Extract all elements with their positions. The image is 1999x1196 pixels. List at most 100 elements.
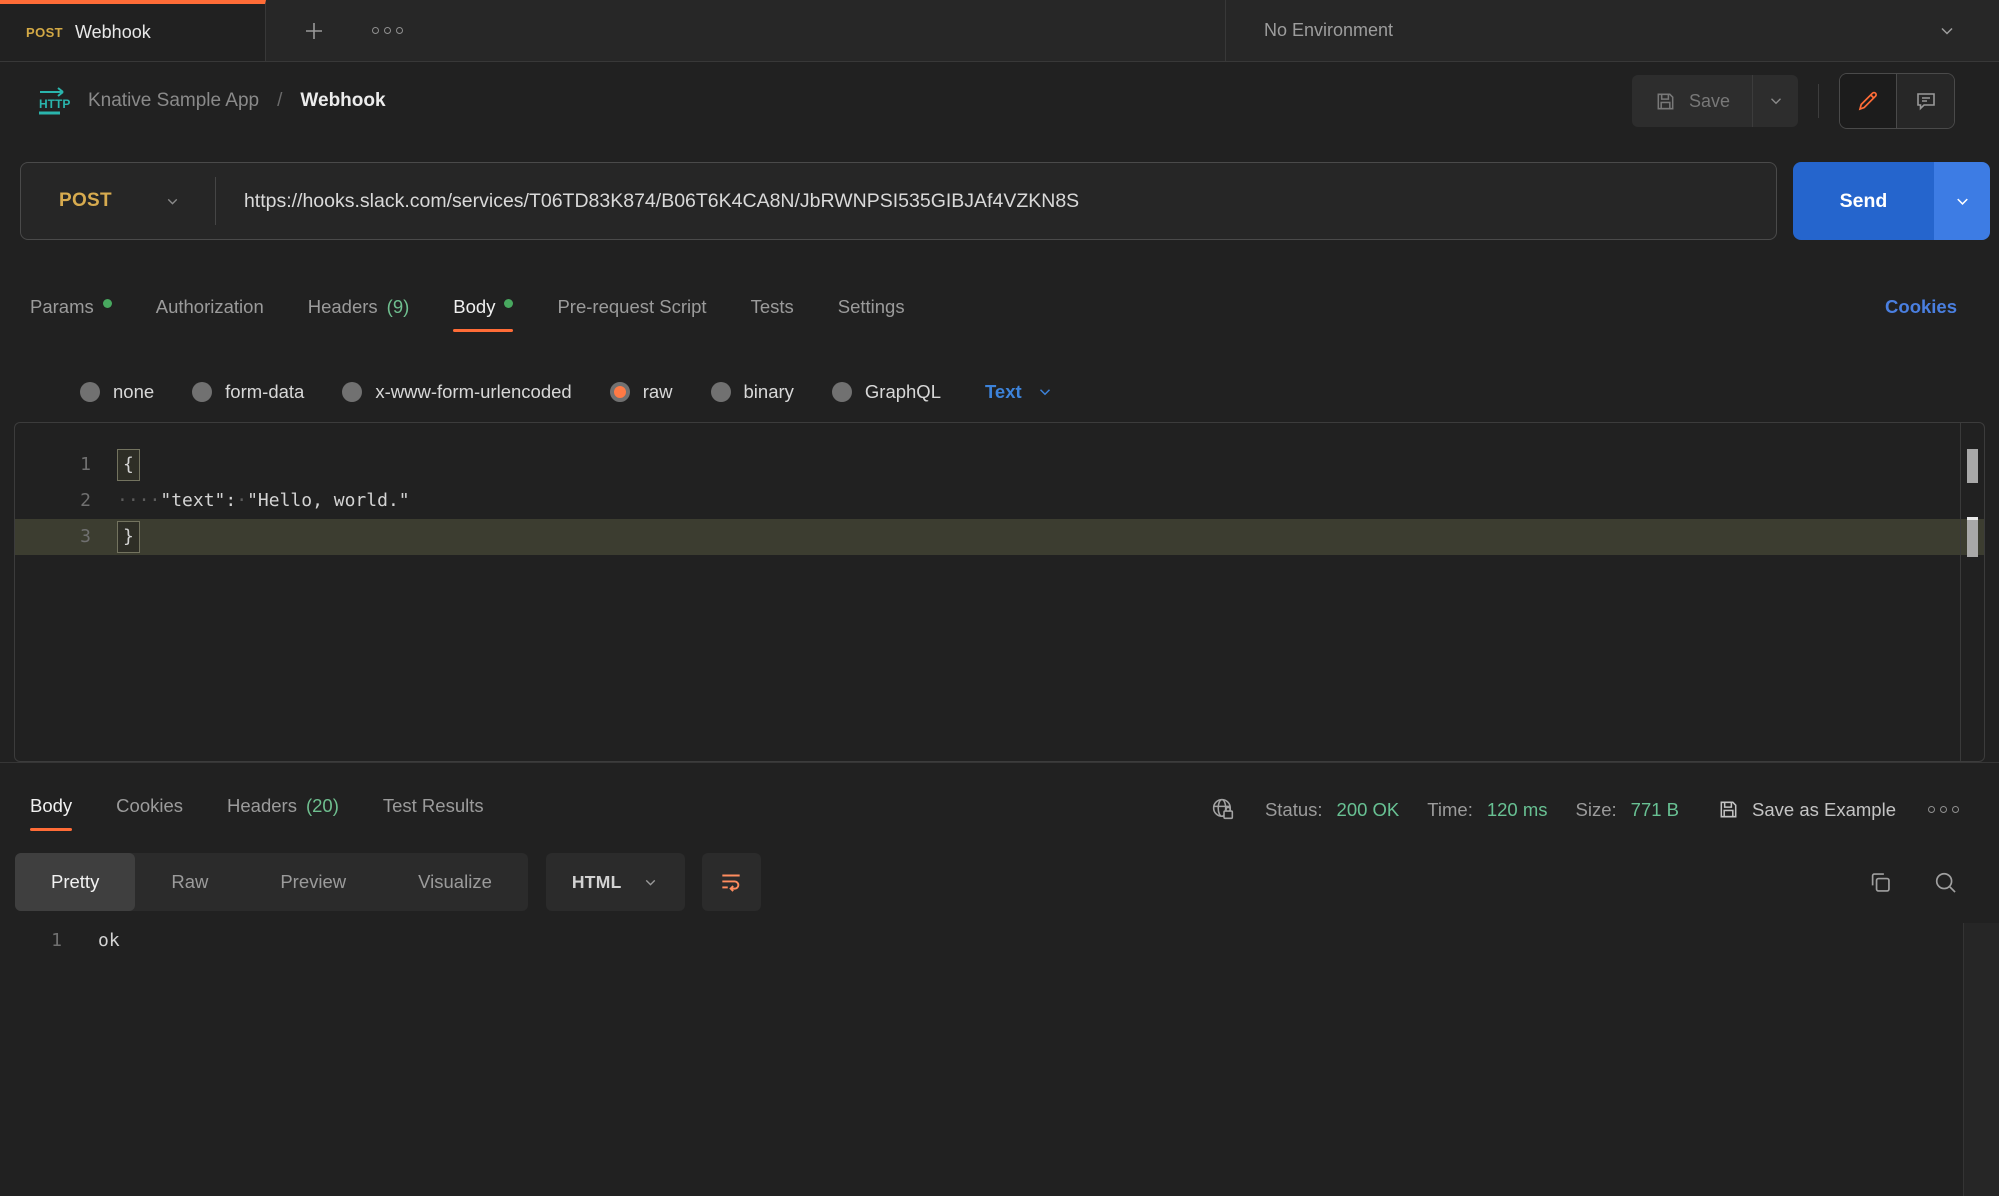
request-body-editor[interactable]: 1 { 2 ····"text":·"Hello, world." 3 }: [14, 422, 1985, 762]
response-format-selector[interactable]: HTML: [546, 853, 685, 911]
tab-settings[interactable]: Settings: [838, 296, 905, 340]
status-value: 200 OK: [1337, 799, 1400, 821]
response-tab-headers[interactable]: Headers (20): [227, 795, 339, 841]
svg-text:HTTP: HTTP: [39, 97, 70, 111]
breadcrumb-collection[interactable]: Knative Sample App: [88, 90, 259, 112]
tab-label: Body: [30, 795, 72, 817]
body-type-raw[interactable]: raw: [610, 381, 673, 403]
cookies-link[interactable]: Cookies: [1885, 296, 1957, 340]
request-tabs: Params Authorization Headers (9) Body Pr…: [0, 280, 1999, 340]
tab-label: Authorization: [156, 296, 264, 318]
radio-circle: [832, 382, 852, 402]
save-as-example-label: Save as Example: [1752, 799, 1896, 821]
view-visualize[interactable]: Visualize: [382, 853, 528, 911]
whitespace-dots: ····: [117, 490, 160, 511]
body-modified-dot: [504, 299, 513, 308]
send-button-group: Send: [1793, 162, 1990, 240]
send-options-button[interactable]: [1934, 162, 1990, 240]
postman-app: POST Webhook No Environment: [0, 0, 1999, 1196]
search-response-button[interactable]: [1932, 869, 1959, 896]
tab-label: Headers: [308, 296, 378, 318]
code-text: }: [91, 519, 140, 555]
body-type-binary[interactable]: binary: [711, 381, 794, 403]
url-input[interactable]: https://hooks.slack.com/services/T06TD83…: [216, 190, 1776, 213]
radio-label: none: [113, 381, 154, 403]
new-tab-button[interactable]: [302, 19, 326, 43]
copy-icon: [1867, 869, 1894, 896]
raw-language-selector[interactable]: Text: [985, 381, 1054, 403]
chevron-down-icon: [1953, 192, 1972, 211]
wrap-text-button[interactable]: [702, 853, 761, 911]
radio-circle-selected: [610, 382, 630, 402]
response-tabs: Body Cookies Headers (20) Test Results: [30, 795, 528, 841]
network-icon[interactable]: [1210, 796, 1237, 823]
editor-line-3-active: 3 }: [15, 519, 1984, 555]
radio-label: x-www-form-urlencoded: [375, 381, 571, 403]
response-view-switcher: Pretty Raw Preview Visualize: [15, 853, 528, 911]
response-tab-cookies[interactable]: Cookies: [116, 795, 183, 841]
environment-name: No Environment: [1264, 20, 1393, 41]
tab-params[interactable]: Params: [30, 296, 112, 340]
save-button[interactable]: Save: [1632, 75, 1752, 127]
more-options-icon: [372, 27, 403, 34]
json-value: "Hello, world.": [247, 490, 410, 511]
save-options-button[interactable]: [1752, 75, 1798, 127]
tab-tests[interactable]: Tests: [751, 296, 794, 340]
url-row: POST https://hooks.slack.com/services/T0…: [20, 162, 1990, 240]
scrollbar-mark: [1967, 517, 1978, 557]
breadcrumb: HTTP Knative Sample App / Webhook: [36, 86, 386, 116]
tab-method-badge: POST: [26, 25, 63, 40]
header-actions: Save: [1632, 73, 1955, 129]
save-as-example-button[interactable]: Save as Example: [1717, 798, 1896, 821]
save-button-group: Save: [1632, 75, 1798, 127]
environment-selector[interactable]: No Environment: [1225, 0, 1999, 61]
response-body-viewer[interactable]: 1 ok: [0, 923, 1999, 1196]
breadcrumb-separator: /: [277, 90, 282, 112]
editor-scrollbar[interactable]: [1960, 423, 1984, 761]
copy-response-button[interactable]: [1867, 869, 1894, 896]
radio-label: form-data: [225, 381, 304, 403]
body-type-x-www-form-urlencoded[interactable]: x-www-form-urlencoded: [342, 381, 571, 403]
tab-label: Cookies: [116, 795, 183, 817]
request-tab-webhook[interactable]: POST Webhook: [0, 0, 266, 61]
whitespace-dot: ·: [236, 490, 247, 511]
tab-headers[interactable]: Headers (9): [308, 296, 410, 340]
method-selector[interactable]: POST: [21, 190, 215, 212]
headers-count: (9): [387, 296, 410, 318]
radio-circle: [192, 382, 212, 402]
editor-line-1: 1 {: [15, 447, 1984, 483]
code-text: {: [91, 447, 140, 483]
view-pretty[interactable]: Pretty: [15, 853, 135, 911]
body-type-row: none form-data x-www-form-urlencoded raw…: [0, 368, 1999, 416]
tab-options-button[interactable]: [372, 27, 403, 34]
line-number: 2: [15, 483, 91, 519]
radio-label: raw: [643, 381, 673, 403]
tab-label: Test Results: [383, 795, 484, 817]
time-value: 120 ms: [1487, 799, 1548, 821]
tab-pre-request-script[interactable]: Pre-request Script: [557, 296, 706, 340]
response-options-icon[interactable]: [1928, 806, 1959, 813]
response-scrollbar-track[interactable]: [1963, 923, 1999, 1196]
breadcrumb-request-name[interactable]: Webhook: [300, 90, 385, 112]
pencil-icon: [1856, 89, 1880, 113]
save-icon: [1717, 798, 1740, 821]
response-header: Body Cookies Headers (20) Test Results: [0, 763, 1999, 841]
response-tab-test-results[interactable]: Test Results: [383, 795, 484, 841]
tab-label: Tests: [751, 296, 794, 318]
radio-circle: [80, 382, 100, 402]
view-preview[interactable]: Preview: [244, 853, 382, 911]
tab-authorization[interactable]: Authorization: [156, 296, 264, 340]
response-tab-body[interactable]: Body: [30, 795, 72, 841]
send-button[interactable]: Send: [1793, 162, 1934, 240]
edit-documentation-button[interactable]: [1840, 74, 1897, 128]
body-type-form-data[interactable]: form-data: [192, 381, 304, 403]
body-type-graphql[interactable]: GraphQL: [832, 381, 941, 403]
comments-button[interactable]: [1897, 74, 1954, 128]
line-number: 1: [0, 923, 62, 959]
status-label: Status:: [1265, 799, 1323, 821]
size-value: 771 B: [1631, 799, 1679, 821]
body-type-none[interactable]: none: [80, 381, 154, 403]
http-request-icon: HTTP: [36, 86, 70, 116]
tab-body[interactable]: Body: [453, 296, 513, 340]
view-raw[interactable]: Raw: [135, 853, 244, 911]
